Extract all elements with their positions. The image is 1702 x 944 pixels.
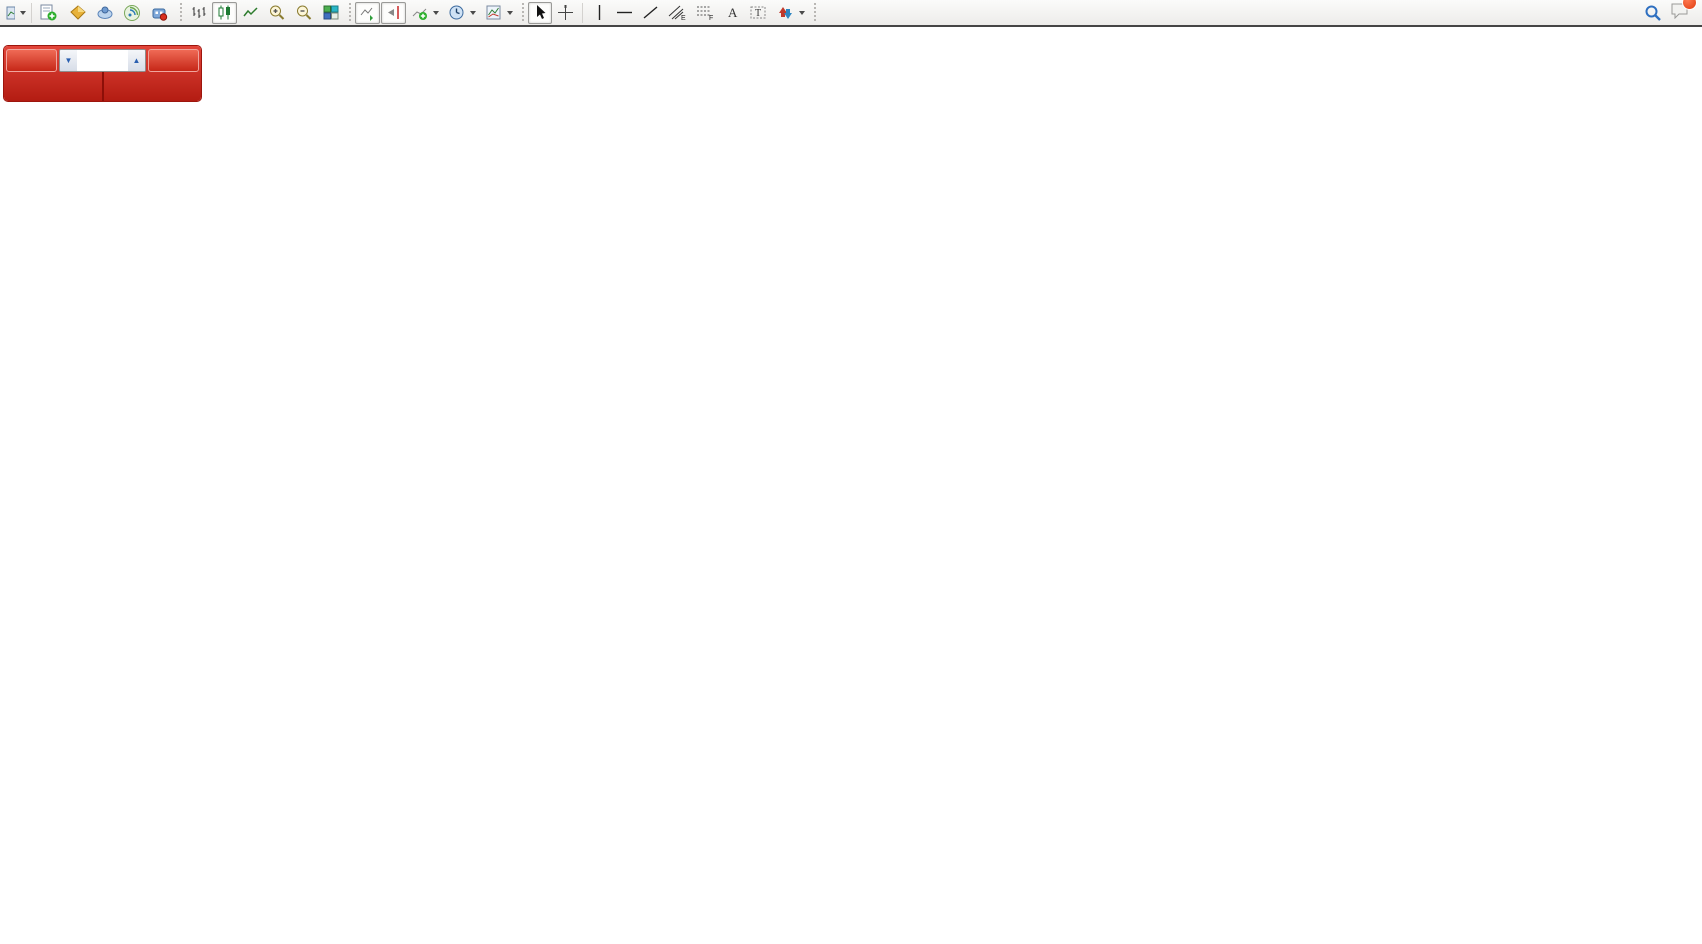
gold-diamond-icon — [69, 4, 87, 21]
cursor-icon — [533, 4, 548, 21]
tile-windows-button[interactable] — [318, 2, 344, 24]
clock-icon — [448, 4, 465, 21]
arrows-button[interactable] — [773, 2, 809, 24]
equidistant-channel-button[interactable]: E — [664, 2, 691, 24]
text-button[interactable]: A — [720, 2, 744, 24]
new-chart-button[interactable] — [2, 2, 27, 24]
one-click-trading-panel: ▼ ▲ — [4, 46, 201, 101]
svg-text:T: T — [755, 8, 761, 19]
chart-partial-icon — [3, 5, 15, 21]
profile-cloud-icon — [96, 4, 114, 21]
volume-decrease-button[interactable]: ▼ — [60, 50, 77, 71]
horizontal-line-button[interactable] — [612, 2, 637, 24]
autotrading-button[interactable] — [146, 2, 175, 24]
search-icon[interactable] — [1644, 4, 1662, 22]
auto-scroll-button[interactable] — [355, 2, 380, 24]
volume-stepper: ▼ ▲ — [59, 49, 146, 72]
autotrading-icon — [150, 4, 168, 21]
signals-button[interactable] — [119, 2, 145, 24]
crosshair-icon — [557, 4, 574, 21]
periods-button[interactable] — [444, 2, 480, 24]
candlestick-mode-button[interactable] — [212, 2, 237, 24]
buy-button[interactable] — [148, 49, 199, 72]
sell-price[interactable] — [4, 72, 104, 101]
buy-price[interactable] — [104, 72, 202, 101]
bar-chart-mode-button[interactable] — [186, 2, 211, 24]
community-button[interactable] — [92, 2, 118, 24]
chevron-down-icon — [470, 11, 476, 15]
trendline-button[interactable] — [638, 2, 663, 24]
notification-badge — [1682, 0, 1697, 10]
line-chart-mode-button[interactable] — [238, 2, 263, 24]
market-button[interactable] — [65, 2, 91, 24]
chart-shift-icon — [385, 4, 402, 21]
crosshair-button[interactable] — [553, 2, 578, 24]
vertical-line-icon — [593, 4, 606, 21]
bars-icon — [190, 4, 207, 21]
svg-text:A: A — [728, 5, 738, 20]
zoom-out-icon — [295, 4, 313, 21]
horizontal-line-icon — [616, 4, 633, 21]
text-label-icon: T — [749, 4, 768, 21]
new-order-icon — [40, 4, 57, 21]
text-icon: A — [725, 4, 740, 21]
templates-button[interactable] — [481, 2, 517, 24]
volume-increase-button[interactable]: ▲ — [128, 50, 145, 71]
svg-text:E: E — [681, 15, 686, 21]
fibonacci-icon: F — [696, 4, 715, 21]
trendline-icon — [642, 4, 659, 21]
toolbar: E F A T — [0, 0, 1702, 27]
channel-icon: E — [668, 4, 687, 21]
template-icon — [485, 4, 502, 21]
chevron-down-icon — [433, 11, 439, 15]
notifications-button[interactable] — [1670, 1, 1690, 24]
vertical-line-button[interactable] — [587, 2, 611, 24]
fibonacci-button[interactable]: F — [692, 2, 719, 24]
chart-area[interactable] — [0, 0, 1702, 944]
chevron-down-icon — [799, 11, 805, 15]
tile-windows-icon — [322, 4, 340, 21]
zoom-in-icon — [268, 4, 286, 21]
svg-text:F: F — [709, 15, 713, 21]
chart-shift-button[interactable] — [381, 2, 406, 24]
new-order-button[interactable] — [36, 2, 64, 24]
indicators-button[interactable] — [407, 2, 443, 24]
text-label-button[interactable]: T — [745, 2, 772, 24]
auto-scroll-icon — [359, 4, 376, 21]
zoom-in-button[interactable] — [264, 2, 290, 24]
chevron-down-icon — [507, 11, 513, 15]
indicators-icon — [411, 4, 428, 21]
chevron-down-icon — [20, 11, 26, 15]
volume-input[interactable] — [77, 52, 128, 68]
candles-icon — [216, 4, 233, 21]
signal-icon — [123, 4, 141, 21]
zoom-out-button[interactable] — [291, 2, 317, 24]
arrow-objects-icon — [777, 4, 794, 21]
sell-button[interactable] — [6, 49, 57, 72]
cursor-button[interactable] — [528, 2, 552, 24]
line-chart-icon — [242, 4, 259, 21]
